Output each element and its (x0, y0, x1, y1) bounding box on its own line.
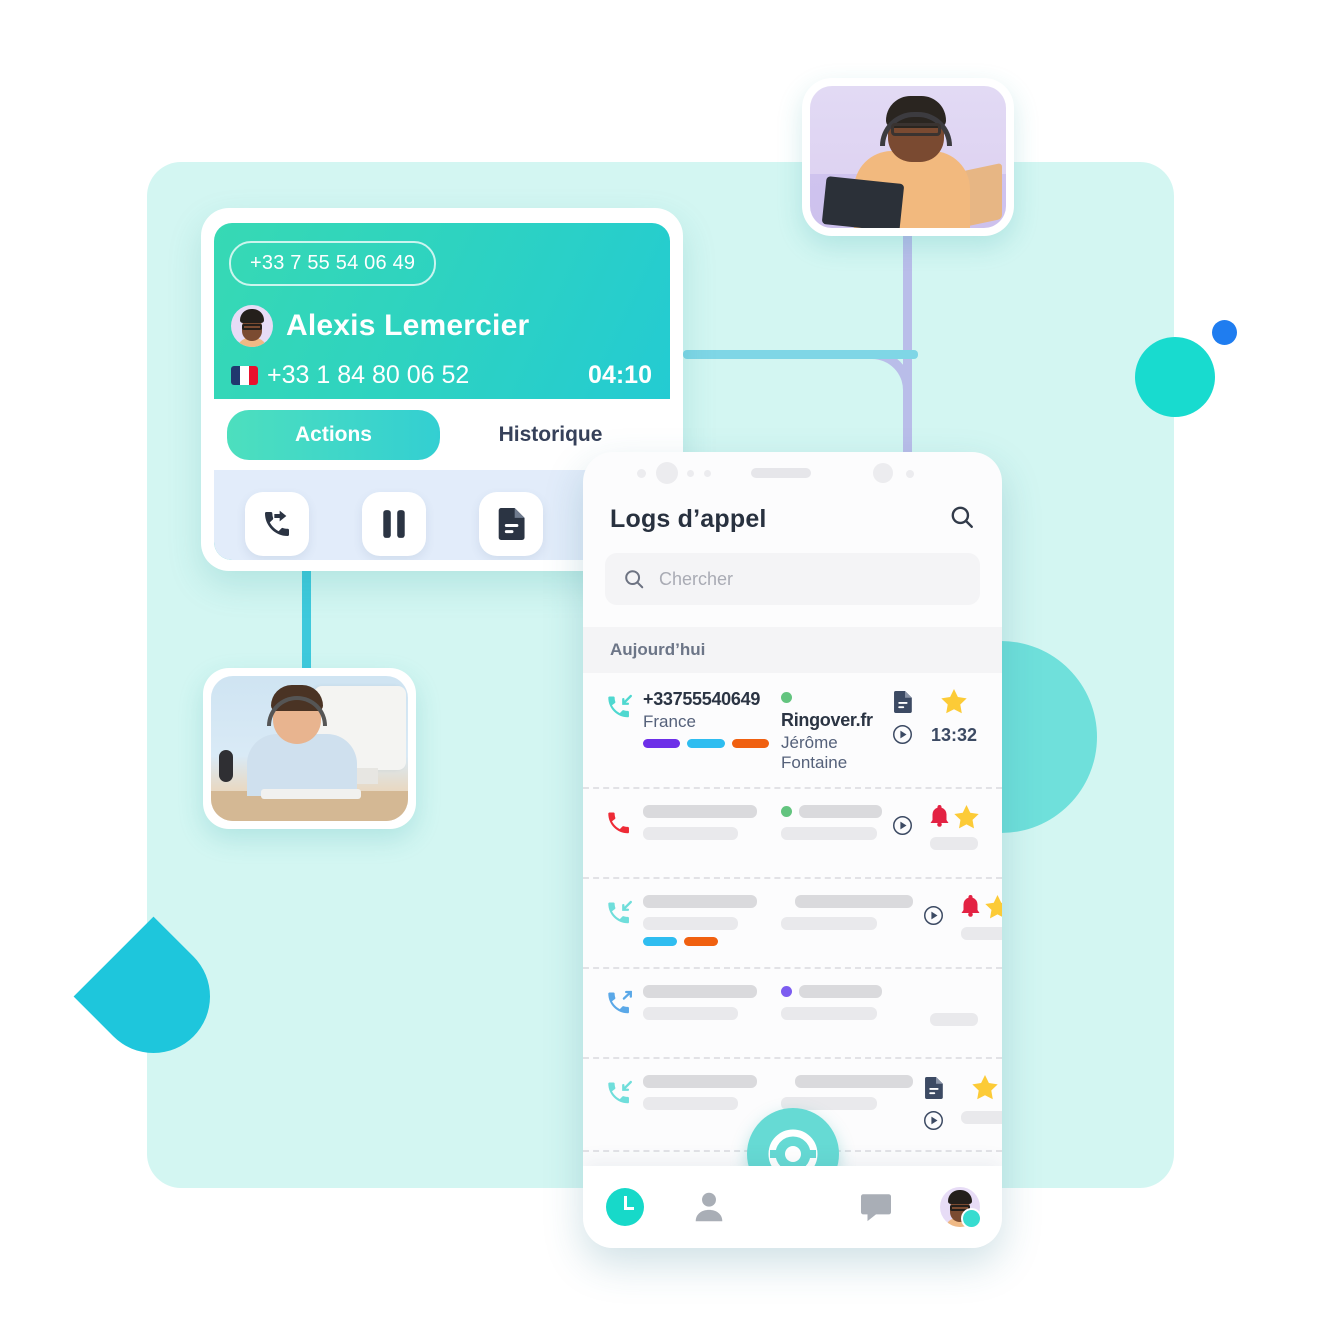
call-country: France (643, 712, 696, 731)
play-recording-icon[interactable] (913, 1110, 953, 1136)
bell-icon[interactable] (960, 895, 981, 917)
avatar (231, 305, 273, 347)
agent-photo-top (802, 78, 1014, 236)
call-transfer-icon[interactable] (245, 492, 309, 556)
tag (643, 739, 681, 748)
microphone-icon (219, 750, 233, 782)
star-icon[interactable] (922, 689, 986, 719)
call-number: +33755540649 (643, 689, 761, 709)
incoming-number-badge: +33 7 55 54 06 49 (229, 241, 437, 286)
search-placeholder: Chercher (659, 568, 734, 589)
phone-header: Logs d’appel (583, 494, 1002, 535)
day-group-label: Aujourd’hui (610, 640, 706, 659)
tablet-shape (821, 176, 905, 228)
search-input[interactable]: Chercher (605, 553, 980, 605)
action-note[interactable]: note (470, 492, 552, 560)
connector-line-vertical-teal (302, 560, 311, 680)
nav-history[interactable] (583, 1188, 667, 1226)
tag (687, 739, 725, 748)
page-title: Logs d’appel (610, 505, 767, 533)
france-flag-icon (231, 366, 258, 385)
phone-mockup: Logs d’appel Chercher Aujourd’hui +33755… (583, 452, 1002, 1248)
status-dot (781, 806, 792, 817)
agent-name: Jérôme Fontaine (781, 733, 848, 772)
pause-icon[interactable] (362, 492, 426, 556)
glasses-icon (891, 122, 941, 136)
decor-circle-teal (1135, 337, 1215, 417)
agent-photo-bottom (203, 668, 416, 829)
search-icon (625, 570, 644, 589)
star-icon[interactable] (954, 805, 979, 829)
call-outgoing-icon (599, 985, 643, 1019)
star-icon[interactable] (972, 1075, 998, 1100)
table-row[interactable] (583, 969, 1002, 1059)
decor-circle-blue (1212, 320, 1237, 345)
search-icon[interactable] (949, 504, 975, 535)
table-row[interactable] (583, 879, 1002, 969)
line-number: +33 1 84 80 06 52 (267, 361, 470, 389)
call-timer: 04:10 (588, 361, 652, 389)
note-document-icon[interactable] (913, 1077, 953, 1104)
status-dot (781, 692, 792, 703)
play-recording-icon[interactable] (882, 724, 922, 750)
online-status-dot (961, 1208, 983, 1229)
nav-contacts[interactable] (667, 1188, 751, 1226)
keyboard-shape (261, 789, 361, 799)
tag-list (643, 937, 769, 946)
tab-actions[interactable]: Actions (227, 410, 440, 460)
action-attente[interactable]: attente (353, 492, 435, 560)
bottom-navigation (583, 1166, 1002, 1248)
nav-profile[interactable] (918, 1187, 1002, 1229)
day-group-header: Aujourd’hui (583, 627, 1002, 673)
caller-name: Alexis Lemercier (286, 309, 530, 342)
call-missed-icon (599, 805, 643, 839)
call-incoming-icon (599, 689, 643, 723)
caller-row: Alexis Lemercier (231, 305, 529, 347)
status-dot (781, 986, 792, 997)
clock-icon (605, 1188, 644, 1226)
table-row[interactable]: +33755540649 France Ringover.fr Jérôme F… (583, 673, 1002, 789)
phone-notch (583, 452, 1002, 494)
table-row[interactable] (583, 789, 1002, 879)
play-recording-icon[interactable] (882, 815, 922, 841)
account-row: Ringover.fr (781, 689, 882, 731)
call-incoming-icon (599, 895, 643, 929)
illustration-canvas: +33 7 55 54 06 49 Alexis Lemercier +33 1… (0, 0, 1332, 1332)
note-document-icon[interactable] (882, 691, 922, 718)
call-time: 13:32 (930, 725, 978, 745)
tag (684, 937, 718, 946)
account-name: Ringover.fr (781, 710, 873, 730)
person-icon (695, 1192, 722, 1222)
call-incoming-icon (599, 1075, 643, 1109)
tag-list (643, 739, 769, 748)
connector-line-horizontal-teal (683, 350, 918, 359)
tag (643, 937, 677, 946)
line-number-row: +33 1 84 80 06 52 04:10 (231, 361, 652, 390)
chat-bubble-icon (861, 1194, 892, 1222)
note-document-icon[interactable] (479, 492, 543, 556)
star-icon[interactable] (985, 895, 1002, 919)
nav-messages[interactable] (834, 1190, 918, 1224)
bell-icon[interactable] (929, 805, 950, 827)
tag (731, 739, 769, 748)
action-transfert[interactable]: transfert (236, 492, 318, 560)
play-recording-icon[interactable] (913, 905, 953, 931)
